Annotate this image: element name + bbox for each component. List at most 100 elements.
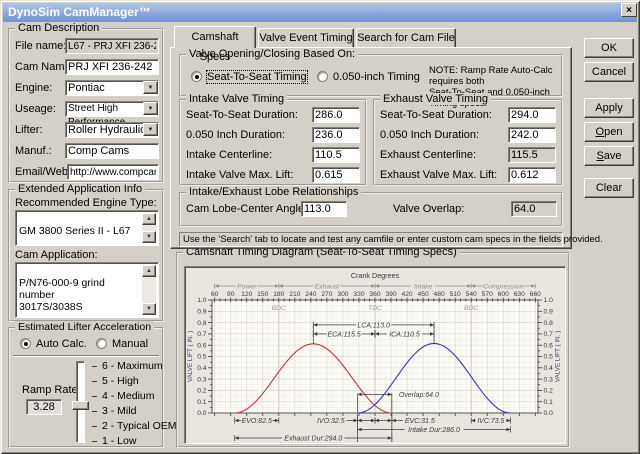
extended-info-title: Extended Application Info bbox=[15, 183, 146, 195]
svg-text:540: 540 bbox=[466, 291, 477, 298]
cancel-button[interactable]: Cancel bbox=[584, 62, 634, 82]
apply-button[interactable]: Apply bbox=[584, 98, 634, 118]
svg-text:Overlap:64.0: Overlap:64.0 bbox=[399, 392, 439, 399]
exhaust-050-duration-field[interactable] bbox=[508, 127, 556, 143]
engine-select[interactable]: Pontiac ▼ bbox=[65, 80, 159, 96]
svg-text:0.3: 0.3 bbox=[197, 376, 207, 383]
exhaust-max-lift-field[interactable] bbox=[508, 167, 556, 183]
cam-name-field[interactable] bbox=[65, 59, 159, 75]
svg-text:300: 300 bbox=[337, 291, 348, 298]
tab-strip: Camshaft Specs Valve Event Timing Search… bbox=[170, 26, 572, 63]
slider-thumb[interactable] bbox=[72, 401, 89, 410]
manual-radio[interactable] bbox=[96, 338, 107, 349]
intake-max-lift-label: Intake Valve Max. Lift: bbox=[186, 169, 294, 181]
chevron-down-icon[interactable]: ▼ bbox=[143, 81, 158, 94]
intake-050-duration-field[interactable] bbox=[312, 127, 360, 143]
inch-timing-label: 0.050-inch Timing bbox=[333, 71, 420, 83]
open-button[interactable]: Open bbox=[584, 122, 634, 142]
exhaust-centerline-field bbox=[508, 147, 556, 163]
timing-diagram-panel: 60 90 120 150 180 210 240 270 300 330 360 390 420 450… bbox=[184, 266, 566, 444]
dynosim-cammanager-window: DynoSim CamManager™ × Cam Description Fi… bbox=[0, 0, 640, 454]
lifter-select[interactable]: Roller Hydraulic ▼ bbox=[65, 122, 159, 138]
title-bar[interactable]: DynoSim CamManager™ bbox=[3, 3, 637, 22]
cam-description-group: Cam Description File name: Cam Name: Eng… bbox=[8, 22, 164, 183]
clear-button[interactable]: Clear bbox=[584, 178, 634, 198]
auto-calc-radio[interactable] bbox=[20, 338, 31, 349]
chevron-down-icon[interactable]: ▼ bbox=[143, 123, 158, 136]
svg-text:240: 240 bbox=[305, 291, 316, 298]
tab-search-for-cam-file[interactable]: Search for Cam File bbox=[356, 28, 456, 47]
lobe-relationships-title: Intake/Exhaust Lobe Relationships bbox=[186, 186, 362, 198]
divider bbox=[13, 355, 159, 357]
svg-text:660: 660 bbox=[530, 291, 541, 298]
exhaust-max-lift-label: Exhaust Valve Max. Lift: bbox=[380, 169, 498, 181]
intake-sts-duration-field[interactable] bbox=[312, 107, 360, 123]
save-button[interactable]: Save bbox=[584, 146, 634, 166]
scale-item: 4 - Medium bbox=[92, 390, 155, 402]
auto-calc-label: Auto Calc. bbox=[36, 338, 87, 350]
lifter-value: Roller Hydraulic bbox=[68, 124, 146, 136]
svg-text:1.0: 1.0 bbox=[197, 297, 207, 304]
svg-text:180: 180 bbox=[273, 291, 284, 298]
ramp-rate-label: Ramp Rate: bbox=[22, 384, 81, 396]
tab-camshaft-specs[interactable]: Camshaft Specs bbox=[174, 26, 256, 63]
tab-valve-event-timing[interactable]: Valve Event Timing bbox=[258, 28, 354, 47]
scroll-down-icon[interactable]: ▼ bbox=[142, 303, 156, 315]
scroll-down-icon[interactable]: ▼ bbox=[142, 231, 156, 243]
svg-text:IVO:32.5: IVO:32.5 bbox=[317, 418, 345, 425]
search-hint: Use the 'Search' tab to locate and test … bbox=[179, 232, 603, 247]
window-title: DynoSim CamManager™ bbox=[8, 5, 151, 19]
file-name-label: File name: bbox=[15, 40, 67, 52]
svg-text:360: 360 bbox=[369, 291, 380, 298]
svg-text:60: 60 bbox=[211, 291, 219, 298]
cam-application-textarea[interactable]: P/N76-000-9 grind number 3017S/3038S ▲ ▼ bbox=[15, 262, 159, 318]
scale-item: 6 - Maximum bbox=[92, 360, 163, 372]
scrollbar[interactable]: ▲ ▼ bbox=[142, 213, 156, 243]
seat-to-seat-radio[interactable] bbox=[191, 71, 202, 82]
lifter-accel-group: Estimated Lifter Acceleration Auto Calc.… bbox=[8, 321, 177, 448]
manuf-field[interactable] bbox=[65, 143, 159, 159]
cam-description-title: Cam Description bbox=[15, 22, 103, 34]
exhaust-sts-duration-field[interactable] bbox=[508, 107, 556, 123]
svg-text:BDC: BDC bbox=[464, 305, 478, 312]
scrollbar[interactable]: ▲ ▼ bbox=[142, 265, 156, 315]
email-web-field[interactable] bbox=[67, 164, 159, 180]
svg-text:Exhaust Dur:294.0: Exhaust Dur:294.0 bbox=[284, 435, 342, 442]
scroll-up-icon[interactable]: ▲ bbox=[142, 265, 156, 277]
svg-text:1.0: 1.0 bbox=[544, 297, 554, 304]
scale-item: 1 - Low bbox=[92, 435, 136, 447]
svg-text:0.8: 0.8 bbox=[197, 320, 207, 327]
svg-text:0.1: 0.1 bbox=[544, 399, 554, 406]
seat-to-seat-label[interactable]: Seat-To-Seat Timing bbox=[206, 70, 308, 84]
ok-button[interactable]: OK bbox=[584, 38, 634, 58]
inch-timing-radio[interactable] bbox=[317, 71, 328, 82]
scale-item: 5 - High bbox=[92, 375, 139, 387]
svg-text:210: 210 bbox=[289, 291, 300, 298]
svg-text:0.9: 0.9 bbox=[544, 309, 554, 316]
svg-text:ECA:115.5: ECA:115.5 bbox=[327, 331, 360, 338]
cam-application-label: Cam Application: bbox=[15, 249, 98, 261]
svg-text:0.7: 0.7 bbox=[544, 331, 554, 338]
useage-label: Useage: bbox=[15, 103, 56, 115]
scroll-up-icon[interactable]: ▲ bbox=[142, 213, 156, 225]
intake-max-lift-field[interactable] bbox=[312, 167, 360, 183]
svg-text:Power: Power bbox=[237, 283, 257, 290]
svg-text:0.0: 0.0 bbox=[544, 410, 554, 417]
exhaust-timing-title: Exhaust Valve Timing bbox=[380, 93, 491, 105]
lobe-center-angle-field[interactable] bbox=[301, 201, 347, 217]
svg-text:Intake: Intake bbox=[414, 283, 433, 290]
useage-select[interactable]: Street High Performance ▼ bbox=[65, 101, 159, 128]
svg-text:0.8: 0.8 bbox=[544, 320, 554, 327]
svg-text:480: 480 bbox=[434, 291, 445, 298]
svg-text:120: 120 bbox=[241, 291, 252, 298]
svg-text:ICA:110.5: ICA:110.5 bbox=[389, 331, 420, 338]
chevron-down-icon[interactable]: ▼ bbox=[143, 102, 158, 115]
intake-centerline-field[interactable] bbox=[312, 147, 360, 163]
svg-text:630: 630 bbox=[514, 291, 525, 298]
svg-text:IVC:73.5: IVC:73.5 bbox=[477, 418, 504, 425]
timing-diagram-group: Camshaft Timing Diagram (Seat-To-Seat Ti… bbox=[176, 246, 570, 448]
lobe-center-angle-label: Cam Lobe-Center Angle: bbox=[186, 203, 308, 215]
engine-type-textarea[interactable]: GM 3800 Series II - L67 ▲ ▼ bbox=[15, 210, 159, 246]
svg-text:90: 90 bbox=[227, 291, 235, 298]
close-icon[interactable]: × bbox=[621, 3, 637, 17]
